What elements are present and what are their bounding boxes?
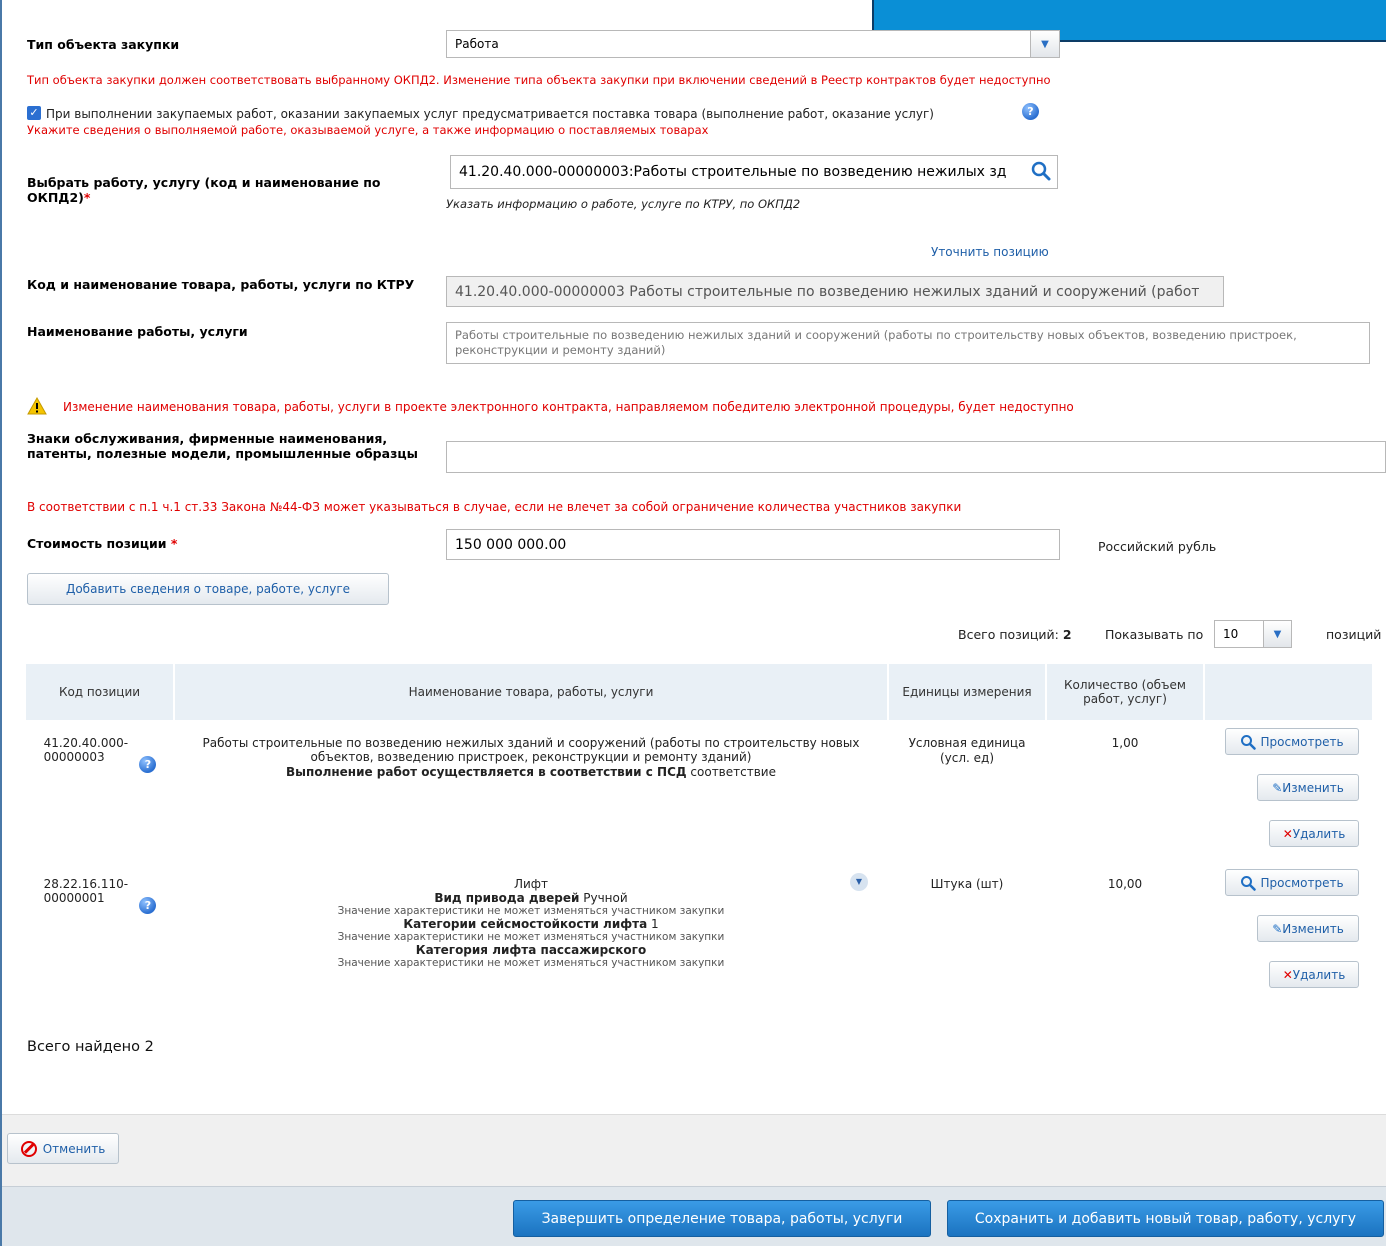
edit-button[interactable]: ✎ Изменить <box>1257 915 1359 942</box>
select-work-label: Выбрать работу, услугу (код и наименован… <box>27 175 381 205</box>
cancel-button-label: Отменить <box>42 1141 106 1156</box>
delete-button[interactable]: ✕ Удалить <box>1269 961 1359 988</box>
row-actions: Просмотреть ✎ Изменить ✕ Удалить <box>1204 720 1372 861</box>
search-icon <box>1241 734 1257 750</box>
row-name-cell: Работы строительные по возведению нежилы… <box>174 720 888 861</box>
table-row: 28.22.16.110-00000001 ? Лифт Вид привода… <box>26 861 1372 990</box>
expand-toggle-icon[interactable]: ▼ <box>850 873 868 891</box>
delete-button-label: Удалить <box>1292 967 1346 982</box>
name-change-warning: Изменение наименования товара, работы, у… <box>63 400 1074 414</box>
search-icon <box>1241 875 1257 891</box>
row-quantity: 1,00 <box>1111 736 1139 750</box>
help-icon[interactable]: ? <box>1022 103 1039 120</box>
column-header-name: Наименование товара, работы, услуги <box>174 664 889 720</box>
object-type-select[interactable]: Работа <box>446 30 1060 58</box>
select-work-value: 41.20.40.000-00000003:Работы строительны… <box>459 164 1007 180</box>
chevron-down-icon: ▼ <box>1041 38 1049 50</box>
finish-button[interactable]: Завершить определение товара, работы, ус… <box>513 1200 931 1237</box>
object-type-dropdown-button[interactable]: ▼ <box>1030 31 1059 57</box>
add-item-button[interactable]: Добавить сведения о товаре, работе, услу… <box>27 573 389 605</box>
row-quantity: 10,00 <box>1107 877 1143 891</box>
row-code-cell: 41.20.40.000-00000003 ? <box>26 720 174 861</box>
row-name: Работы строительные по возведению нежилы… <box>202 736 860 764</box>
pencil-icon: ✎ <box>1272 780 1283 795</box>
select-work-input[interactable]: 41.20.40.000-00000003:Работы строительны… <box>450 155 1058 189</box>
edit-button-label: Изменить <box>1282 780 1344 795</box>
edit-button[interactable]: ✎ Изменить <box>1257 774 1359 801</box>
help-icon[interactable]: ? <box>139 897 157 914</box>
object-type-value: Работа <box>455 37 499 51</box>
trademarks-warning: В соответствии с п.1 ч.1 ст.33 Закона №4… <box>27 500 962 514</box>
row-name-cell: Лифт Вид привода дверей Ручной Значение … <box>174 861 888 990</box>
row-characteristic: Вид привода дверей Ручной <box>434 891 628 905</box>
currency-label: Российский рубль <box>1098 539 1217 554</box>
row-characteristic-note: Значение характеристики не может изменят… <box>337 905 725 917</box>
column-header-unit: Единицы измерения <box>888 664 1047 720</box>
cancel-icon <box>20 1140 37 1157</box>
goods-supply-checkbox[interactable]: ✓ <box>27 106 41 120</box>
items-table: Код позиции Наименование товара, работы,… <box>26 664 1372 990</box>
trademarks-input[interactable] <box>446 441 1386 473</box>
edit-button-label: Изменить <box>1282 921 1344 936</box>
row-code: 41.20.40.000-00000003 <box>43 736 129 764</box>
column-header-quantity: Количество (объем работ, услуг) <box>1046 664 1205 720</box>
view-button[interactable]: Просмотреть <box>1225 869 1359 896</box>
row-characteristic: Выполнение работ осуществляется в соотве… <box>286 765 776 779</box>
close-icon: ✕ <box>1282 826 1293 841</box>
column-header-code: Код позиции <box>26 664 175 720</box>
cost-label: Стоимость позиции * <box>27 536 178 551</box>
goods-supply-hint: Укажите сведения о выполняемой работе, о… <box>27 123 709 137</box>
ktru-value: 41.20.40.000-00000003 Работы строительны… <box>455 283 1200 300</box>
positions-label: позиций <box>1326 627 1382 642</box>
refine-position-link[interactable]: Уточнить позицию <box>931 245 1049 259</box>
object-type-label: Тип объекта закупки <box>27 37 180 52</box>
row-characteristic: Категории сейсмостойкости лифта 1 <box>403 917 659 931</box>
total-positions: Всего позиций: 2 <box>958 627 1072 642</box>
goods-supply-checkbox-label: При выполнении закупаемых работ, оказани… <box>46 107 934 121</box>
row-unit: Штука (шт) <box>930 877 1004 891</box>
name-label: Наименование работы, услуги <box>27 324 248 339</box>
row-name: Лифт <box>513 877 549 891</box>
trademarks-label: Знаки обслуживания, фирменные наименован… <box>27 431 418 461</box>
view-button-label: Просмотреть <box>1260 734 1344 749</box>
table-header-row: Код позиции Наименование товара, работы,… <box>26 664 1372 720</box>
warning-icon <box>27 396 47 418</box>
save-add-button[interactable]: Сохранить и добавить новый товар, работу… <box>947 1200 1384 1237</box>
view-button[interactable]: Просмотреть <box>1225 728 1359 755</box>
page-size-value: 10 <box>1223 627 1239 641</box>
row-characteristic: Категория лифта пассажирского <box>415 943 647 957</box>
row-code-cell: 28.22.16.110-00000001 ? <box>26 861 174 990</box>
delete-button[interactable]: ✕ Удалить <box>1269 820 1359 847</box>
cost-input[interactable]: 150 000 000.00 <box>446 529 1060 560</box>
column-header-actions <box>1204 664 1372 720</box>
name-placeholder: Работы строительные по возведению нежилы… <box>455 328 1297 357</box>
object-type-warning: Тип объекта закупки должен соответствова… <box>27 73 1051 87</box>
row-code: 28.22.16.110-00000001 <box>43 877 129 905</box>
cancel-button[interactable]: Отменить <box>7 1133 119 1164</box>
row-actions: Просмотреть ✎ Изменить ✕ Удалить <box>1204 861 1372 990</box>
row-characteristic-note: Значение характеристики не может изменят… <box>337 931 725 943</box>
ktru-field: 41.20.40.000-00000003 Работы строительны… <box>446 276 1224 307</box>
show-by-label: Показывать по <box>1105 627 1204 642</box>
ktru-label: Код и наименование товара, работы, услуг… <box>27 277 415 292</box>
delete-button-label: Удалить <box>1292 826 1346 841</box>
chevron-down-icon: ▼ <box>1273 628 1282 640</box>
page-size-dropdown-button[interactable]: ▼ <box>1263 621 1291 647</box>
name-textarea[interactable]: Работы строительные по возведению нежилы… <box>446 322 1370 364</box>
table-row: 41.20.40.000-00000003 ? Работы строитель… <box>26 720 1372 861</box>
total-found: Всего найдено 2 <box>27 1039 154 1055</box>
view-button-label: Просмотреть <box>1260 875 1344 890</box>
pencil-icon: ✎ <box>1272 921 1283 936</box>
row-characteristic-note: Значение характеристики не может изменят… <box>337 957 725 969</box>
footer-toolbar <box>2 1114 1386 1186</box>
search-icon[interactable] <box>1030 160 1054 184</box>
select-work-hint: Указать информацию о работе, услуге по К… <box>446 197 801 211</box>
help-icon[interactable]: ? <box>139 756 157 773</box>
close-icon: ✕ <box>1282 967 1293 982</box>
row-unit: Условная единица (усл. ед) <box>908 736 1026 765</box>
cost-value: 150 000 000.00 <box>455 536 567 553</box>
